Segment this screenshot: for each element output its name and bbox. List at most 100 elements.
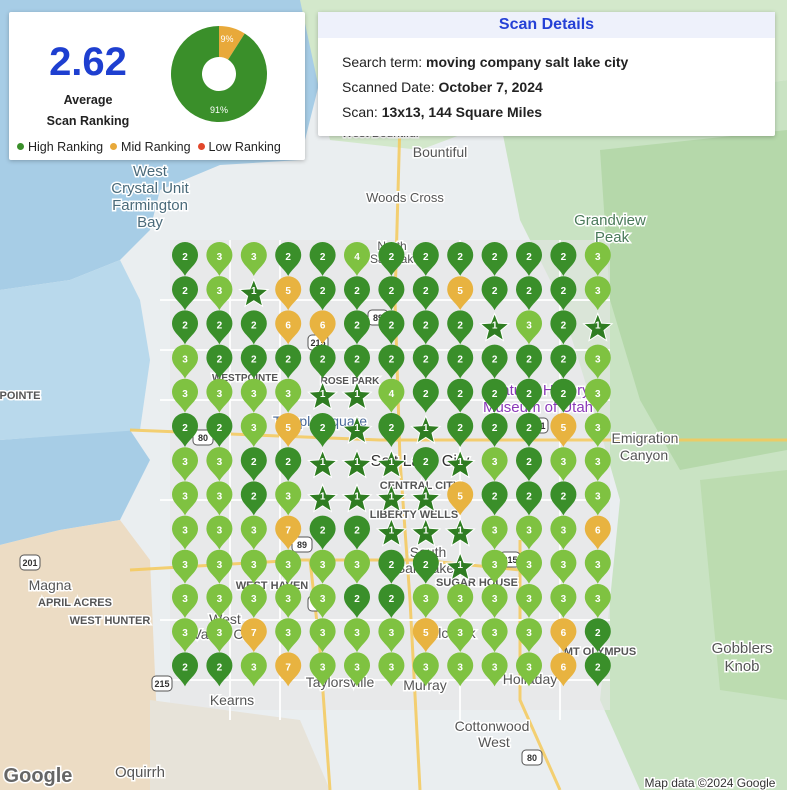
rank-value: 1 (457, 526, 463, 537)
rank-value: 1 (492, 320, 498, 331)
rank-value: 2 (492, 252, 498, 263)
rank-value: 2 (595, 662, 601, 673)
map-label: Emigration (612, 430, 679, 446)
rank-value: 3 (354, 628, 360, 639)
rank-value: 3 (595, 594, 601, 605)
rank-value: 3 (217, 389, 223, 400)
average-value: 2.62 (49, 40, 127, 84)
rank-value: 5 (285, 423, 291, 434)
rank-value: 2 (492, 286, 498, 297)
rank-value: 2 (389, 594, 395, 605)
rank-value: 5 (457, 491, 463, 502)
rank-value: 2 (285, 457, 291, 468)
rank-value: 3 (182, 628, 188, 639)
rank-value: 2 (526, 252, 532, 263)
rank-value: 3 (251, 560, 257, 571)
scanned-date-label: Scanned Date: (342, 79, 435, 95)
rank-value: 1 (389, 491, 395, 502)
rank-value: 2 (561, 320, 567, 331)
rank-value: 2 (182, 662, 188, 673)
search-term-label: Search term: (342, 54, 423, 70)
rank-value: 2 (320, 423, 326, 434)
rank-value: 2 (389, 423, 395, 434)
rank-value: 2 (457, 355, 463, 366)
rank-value: 5 (457, 286, 463, 297)
average-label: Average Scan Ranking (46, 93, 130, 128)
rank-value: 1 (320, 491, 326, 502)
map-label: Knob (724, 658, 759, 675)
map-label: Google (4, 765, 73, 787)
rank-value: 3 (182, 355, 188, 366)
map-label: Bountiful (413, 144, 467, 160)
rank-value: 3 (389, 662, 395, 673)
rank-value: 2 (354, 320, 360, 331)
rank-value: 3 (182, 560, 188, 571)
map-label: ROSE PARK (321, 376, 380, 387)
rank-value: 2 (389, 320, 395, 331)
scan-size-label: Scan: (342, 104, 378, 120)
rank-value: 2 (389, 560, 395, 571)
rank-value: 3 (492, 594, 498, 605)
rank-value: 3 (285, 560, 291, 571)
scanned-date-row: Scanned Date: October 7, 2024 (342, 79, 543, 95)
map-label: Cottonwood (455, 718, 530, 734)
rank-value: 3 (457, 594, 463, 605)
rank-value: 6 (561, 628, 567, 639)
rank-value: 2 (457, 389, 463, 400)
rank-value: 3 (354, 662, 360, 673)
route-shield: 201 (19, 554, 41, 571)
rank-value: 3 (182, 526, 188, 537)
rank-value: 2 (251, 320, 257, 331)
rank-value: 2 (251, 355, 257, 366)
rank-value: 3 (217, 457, 223, 468)
rank-value: 3 (561, 457, 567, 468)
donut-label-mid: 9% (220, 34, 233, 44)
rank-value: 1 (423, 423, 429, 434)
legend-item: High Ranking (17, 140, 103, 154)
rank-value: 3 (595, 491, 601, 502)
scan-size-value: 13x13, 144 Square Miles (381, 104, 543, 120)
rank-value: 3 (251, 526, 257, 537)
ranking-legend: High Ranking Mid Ranking Low Ranking (17, 139, 288, 154)
legend-label: Low Ranking (208, 139, 281, 154)
map-label: APRIL ACRES (38, 597, 112, 609)
map-label: POINTE (0, 390, 40, 402)
rank-value: 3 (217, 526, 223, 537)
legend-dot (110, 143, 118, 150)
rank-value: 2 (561, 286, 567, 297)
rank-value: 3 (182, 457, 188, 468)
scanned-date-value: October 7, 2024 (438, 79, 543, 95)
legend-item: Mid Ranking (110, 140, 191, 154)
rank-value: 3 (526, 320, 532, 331)
rank-value: 3 (595, 389, 601, 400)
rank-value: 3 (492, 526, 498, 537)
rank-value: 2 (285, 355, 291, 366)
rank-value: 2 (492, 423, 498, 434)
rank-value: 3 (561, 560, 567, 571)
map-label: Bay (137, 214, 163, 231)
rank-value: 2 (217, 423, 223, 434)
map-label: Woods Cross (366, 190, 444, 205)
rank-value: 7 (251, 628, 257, 639)
rank-value: 3 (217, 491, 223, 502)
rank-value: 2 (182, 320, 188, 331)
rank-value: 2 (526, 491, 532, 502)
map-label: Kearns (210, 692, 254, 708)
rank-value: 1 (320, 457, 326, 468)
rank-value: 2 (423, 389, 429, 400)
rank-value: 2 (492, 491, 498, 502)
rank-value: 3 (217, 628, 223, 639)
rank-value: 3 (492, 457, 498, 468)
route-shield-number: 215 (154, 679, 169, 689)
rank-value: 2 (595, 628, 601, 639)
legend-dot (197, 143, 205, 150)
map-label: West (133, 163, 168, 180)
donut-label-high: 91% (210, 105, 228, 115)
rank-value: 2 (389, 286, 395, 297)
rank-value: 3 (526, 526, 532, 537)
rank-value: 2 (354, 594, 360, 605)
rank-value: 3 (526, 662, 532, 673)
rank-value: 3 (595, 457, 601, 468)
rank-value: 5 (285, 286, 291, 297)
legend-label: High Ranking (28, 139, 104, 154)
